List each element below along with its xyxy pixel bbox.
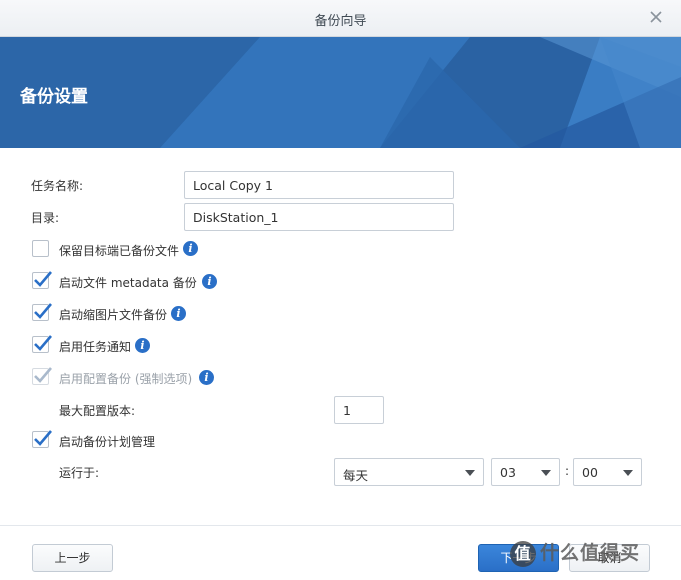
info-icon[interactable]: i [199, 370, 214, 385]
hour-select[interactable]: 03 [491, 458, 560, 486]
watermark-text: 什么值得买 [540, 542, 641, 564]
window-title: 备份向导 [314, 14, 367, 29]
chevron-down-icon [465, 470, 475, 476]
hour-value: 03 [500, 465, 516, 480]
chevron-down-icon [541, 470, 551, 476]
frequency-value: 每天 [343, 468, 369, 483]
run-at-label: 运行于: [59, 466, 100, 480]
directory-input[interactable]: DiskStation_1 [184, 203, 454, 231]
metadata-backup-checkbox[interactable] [32, 271, 52, 289]
config-backup-checkbox [32, 367, 52, 385]
task-notification-checkbox[interactable] [32, 335, 52, 353]
keep-backup-files-label: 保留目标端已备份文件 [59, 244, 180, 258]
info-icon[interactable]: i [183, 241, 198, 256]
page-title: 备份设置 [20, 87, 88, 107]
task-name-label: 任务名称: [31, 179, 84, 193]
keep-backup-files-checkbox[interactable] [32, 240, 49, 257]
chevron-down-icon [623, 470, 633, 476]
directory-label: 目录: [31, 211, 60, 225]
schedule-checkbox[interactable] [32, 430, 52, 448]
checkmark-icon [34, 367, 52, 383]
checkmark-icon [34, 430, 52, 446]
header-banner: 备份设置 [0, 37, 681, 148]
checkmark-icon [34, 303, 52, 319]
checkmark-icon [34, 271, 52, 287]
max-versions-input[interactable]: 1 [334, 396, 384, 424]
frequency-select[interactable]: 每天 [334, 458, 484, 486]
footer-divider [0, 525, 681, 526]
metadata-backup-label: 启动文件 metadata 备份 [59, 276, 197, 290]
minute-select[interactable]: 00 [573, 458, 642, 486]
watermark: 值什么值得买 [510, 538, 640, 567]
time-separator: : [565, 464, 570, 478]
close-icon[interactable] [647, 8, 665, 26]
thumbnail-backup-checkbox[interactable] [32, 303, 52, 321]
info-icon[interactable]: i [135, 338, 150, 353]
window-titlebar: 备份向导 [0, 0, 681, 37]
task-name-input[interactable]: Local Copy 1 [184, 171, 454, 199]
schedule-label: 启动备份计划管理 [59, 435, 156, 449]
config-backup-label: 启用配置备份 (强制选项) [59, 372, 193, 386]
task-notification-label: 启用任务通知 [59, 340, 132, 354]
thumbnail-backup-label: 启动缩图片文件备份 [59, 308, 168, 322]
max-versions-label: 最大配置版本: [59, 404, 136, 418]
info-icon[interactable]: i [202, 274, 217, 289]
minute-value: 00 [582, 465, 598, 480]
prev-button[interactable]: 上一步 [32, 544, 113, 572]
checkmark-icon [34, 335, 52, 351]
info-icon[interactable]: i [171, 306, 186, 321]
watermark-badge: 值 [510, 540, 536, 567]
